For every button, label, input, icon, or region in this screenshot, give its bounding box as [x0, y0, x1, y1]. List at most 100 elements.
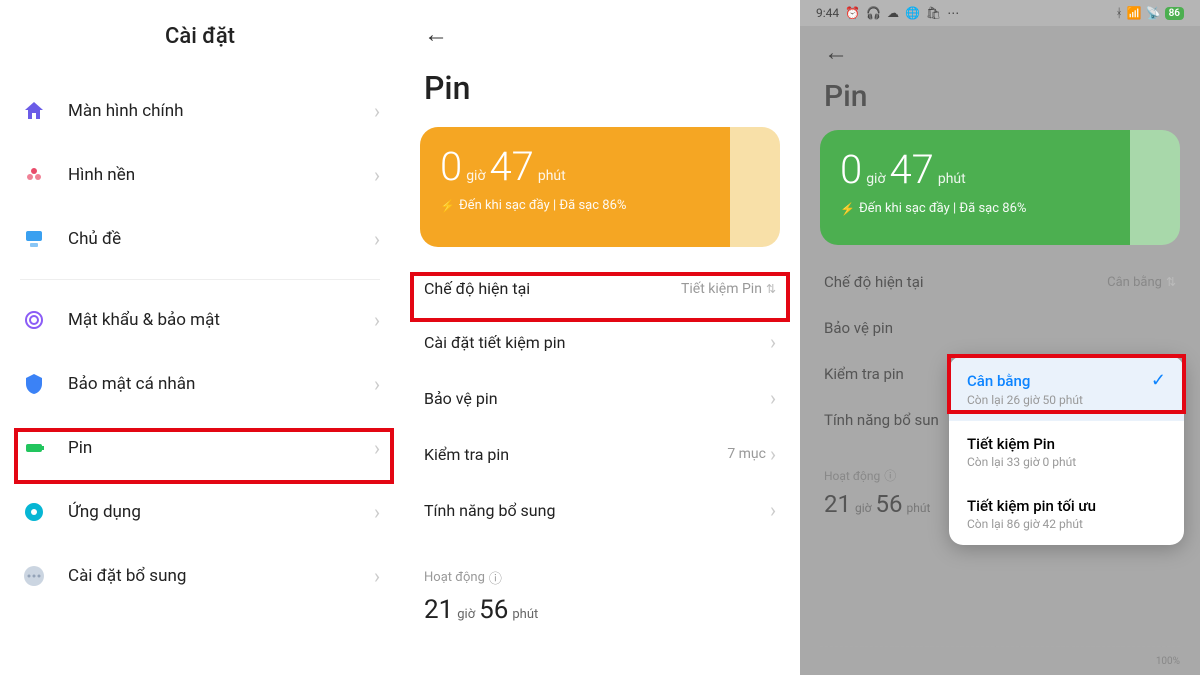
battery-remaining-bar [730, 127, 780, 247]
battery-item-saver-settings[interactable]: Cài đặt tiết kiệm pin › [400, 314, 800, 370]
flower-icon [20, 161, 48, 189]
battery-time: 0 giờ 47 phút [440, 143, 710, 190]
home-icon [20, 97, 48, 125]
back-arrow-icon: ← [424, 20, 448, 48]
more-icon [20, 562, 48, 590]
settings-item-home[interactable]: Màn hình chính › [20, 79, 380, 143]
popup-option-title: Tiết kiệm pin tối ưu [967, 497, 1166, 515]
back-button[interactable]: ← [800, 26, 1200, 73]
shield-icon [20, 370, 48, 398]
chevron-right-icon: › [374, 308, 380, 332]
alarm-icon: ⏰ [845, 6, 860, 20]
battery-filled-bar: 0 giờ 47 phút ⚡ Đến khi sạc đầy | Đã sạc… [820, 130, 1130, 245]
cloud-icon: ☁ [887, 6, 899, 20]
settings-item-privacy[interactable]: Bảo mật cá nhân › [20, 352, 380, 416]
battery-filled-bar: 0 giờ 47 phút ⚡ Đến khi sạc đầy | Đã sạc… [420, 127, 730, 247]
popup-option-title: Tiết kiệm Pin [967, 435, 1166, 453]
chevron-right-icon: › [770, 498, 776, 522]
status-left: 9:44 ⏰ 🎧 ☁ 🌐 🛍 ⋯ [816, 6, 959, 20]
check-icon: ✓ [1151, 370, 1166, 391]
popup-option-ultra[interactable]: Tiết kiệm pin tối ưu Còn lại 86 giờ 42 p… [949, 483, 1184, 545]
chevron-right-icon: › [374, 436, 380, 460]
popup-option-sub: Còn lại 86 giờ 42 phút [967, 517, 1166, 531]
settings-item-apps[interactable]: Ứng dụng › [20, 480, 380, 544]
page-title: Pin [400, 59, 800, 127]
status-right: ᚼ 📶 📡 86 [1115, 6, 1184, 20]
status-bar: 9:44 ⏰ 🎧 ☁ 🌐 🛍 ⋯ ᚼ 📶 📡 86 [800, 0, 1200, 26]
settings-item-label: Cài đặt bổ sung [68, 566, 374, 586]
settings-item-password[interactable]: Mật khẩu & bảo mật › [20, 288, 380, 352]
wifi-icon: 📡 [1146, 6, 1161, 20]
chevron-right-icon: › [770, 330, 776, 354]
page-title: Cài đặt [0, 0, 400, 79]
battery-subtitle: ⚡ Đến khi sạc đầy | Đã sạc 86% [840, 201, 1110, 216]
settings-item-additional[interactable]: Cài đặt bổ sung › [20, 544, 380, 608]
settings-item-label: Ứng dụng [68, 502, 374, 522]
popup-option-title: Cân bằng ✓ [967, 370, 1166, 391]
battery-badge: 86 [1165, 7, 1184, 20]
fingerprint-icon [20, 306, 48, 334]
apps-icon [20, 498, 48, 526]
chevron-right-icon: › [374, 99, 380, 123]
settings-list-2: Mật khẩu & bảo mật › Bảo mật cá nhân › P… [0, 288, 400, 608]
popup-option-balanced[interactable]: Cân bằng ✓ Còn lại 26 giờ 50 phút [949, 356, 1184, 421]
battery-item-mode[interactable]: Chế độ hiện tại Tiết kiệm Pin ⇅ [400, 263, 800, 314]
chart-pct-label: 100% [1156, 656, 1180, 667]
battery-item-additional[interactable]: Tính năng bổ sung › [400, 482, 800, 538]
settings-item-wallpaper[interactable]: Hình nền › [20, 143, 380, 207]
chevron-right-icon: › [374, 163, 380, 187]
battery-time: 0 giờ 47 phút [840, 146, 1110, 193]
bolt-icon: ⚡ [840, 202, 855, 216]
mode-popup: Cân bằng ✓ Còn lại 26 giờ 50 phút Tiết k… [949, 356, 1184, 545]
activity-section: Hoạt động ⓘ 21 giờ 56 phút [400, 538, 800, 635]
battery-item-protect[interactable]: Bảo vệ pin › [400, 370, 800, 426]
settings-item-label: Pin [68, 438, 374, 458]
sort-icon: ⇅ [766, 282, 776, 296]
activity-label: Hoạt động ⓘ [424, 568, 776, 587]
settings-item-label: Hình nền [68, 165, 374, 185]
headphone-icon: 🎧 [866, 6, 881, 20]
battery-item-protect[interactable]: Bảo vệ pin [800, 305, 1200, 351]
battery-status-card[interactable]: 0 giờ 47 phút ⚡ Đến khi sạc đầy | Đã sạc… [820, 130, 1180, 245]
globe-icon: 🌐 [905, 6, 920, 20]
battery-item-mode[interactable]: Chế độ hiện tại Cân bằng ⇅ [800, 259, 1200, 305]
battery-mode-popup-screen: 9:44 ⏰ 🎧 ☁ 🌐 🛍 ⋯ ᚼ 📶 📡 86 ← Pin 0 giờ 47… [800, 0, 1200, 675]
popup-option-saver[interactable]: Tiết kiệm Pin Còn lại 33 giờ 0 phút [949, 421, 1184, 483]
back-button[interactable]: ← [400, 0, 800, 59]
battery-remaining-bar [1130, 130, 1180, 245]
activity-time: 21 giờ 56 phút [424, 595, 776, 625]
signal-icon: 📶 [1127, 6, 1142, 20]
more-dots-icon: ⋯ [947, 6, 959, 20]
settings-item-label: Bảo mật cá nhân [68, 374, 374, 394]
page-title: Pin [800, 73, 1200, 130]
divider [20, 279, 380, 280]
chevron-right-icon: › [374, 500, 380, 524]
battery-screen: ← Pin 0 giờ 47 phút ⚡ Đến khi sạc đầy | … [400, 0, 800, 675]
battery-options-list: Chế độ hiện tại Tiết kiệm Pin ⇅ Cài đặt … [400, 247, 800, 538]
back-arrow-icon: ← [824, 38, 848, 66]
settings-screen: Cài đặt Màn hình chính › Hình nền › Chủ … [0, 0, 400, 675]
settings-list: Màn hình chính › Hình nền › Chủ đề › [0, 79, 400, 271]
chevron-right-icon: › [770, 386, 776, 410]
chevron-right-icon: › [374, 564, 380, 588]
settings-item-label: Chủ đề [68, 229, 374, 249]
battery-item-check[interactable]: Kiểm tra pin 7 mục › [400, 426, 800, 482]
battery-icon [20, 434, 48, 462]
battery-status-card[interactable]: 0 giờ 47 phút ⚡ Đến khi sạc đầy | Đã sạc… [420, 127, 780, 247]
settings-item-label: Mật khẩu & bảo mật [68, 310, 374, 330]
battery-subtitle: ⚡ Đến khi sạc đầy | Đã sạc 86% [440, 198, 710, 213]
chevron-right-icon: › [374, 227, 380, 251]
sort-icon: ⇅ [1166, 275, 1176, 289]
bag-icon: 🛍 [926, 6, 941, 20]
chevron-right-icon: › [374, 372, 380, 396]
info-icon: ⓘ [884, 467, 896, 484]
bluetooth-icon: ᚼ [1115, 6, 1122, 20]
info-icon: ⓘ [489, 568, 502, 587]
settings-item-battery[interactable]: Pin › [20, 416, 380, 480]
settings-item-theme[interactable]: Chủ đề › [20, 207, 380, 271]
theme-icon [20, 225, 48, 253]
bolt-icon: ⚡ [440, 199, 455, 213]
popup-option-sub: Còn lại 33 giờ 0 phút [967, 455, 1166, 469]
chevron-right-icon: › [770, 442, 776, 466]
popup-option-sub: Còn lại 26 giờ 50 phút [967, 393, 1166, 407]
